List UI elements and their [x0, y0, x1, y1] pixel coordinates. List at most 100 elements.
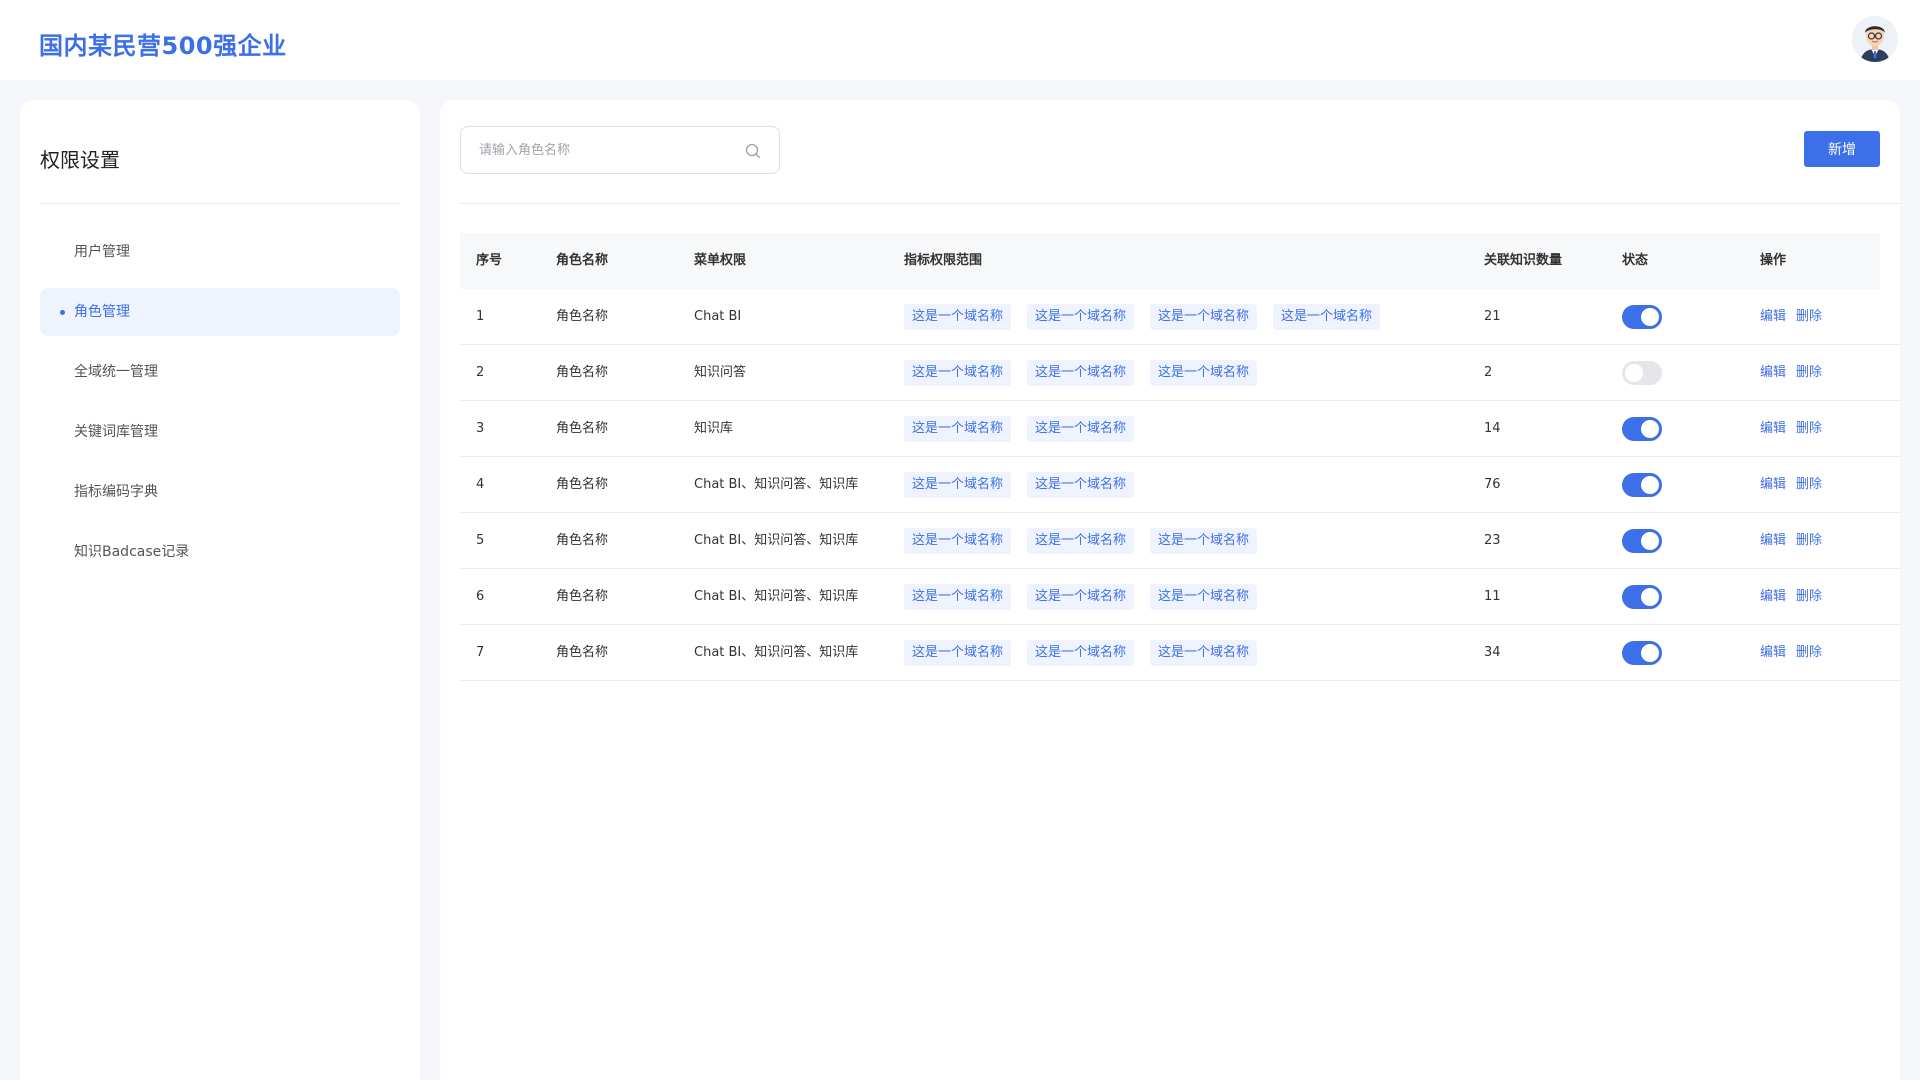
edit-link[interactable]: 编辑: [1760, 645, 1786, 660]
add-role-button[interactable]: 新增: [1804, 131, 1880, 167]
cell-role-name: 角色名称: [556, 309, 609, 324]
cell-actions: 编辑 删除: [1760, 625, 1832, 681]
scope-tag: 这是一个域名称: [1150, 360, 1258, 386]
scope-tag-list: 这是一个域名称 这是一个域名称 这是一个域名称: [904, 625, 1258, 681]
header-status: 状态: [1622, 253, 1649, 268]
edit-link[interactable]: 编辑: [1760, 477, 1786, 492]
scope-tag: 这是一个域名称: [1027, 360, 1135, 386]
cell-actions: 编辑 删除: [1760, 401, 1832, 457]
scope-tag: 这是一个域名称: [904, 584, 1012, 610]
table-row: 7 角色名称 Chat BI、知识问答、知识库 这是一个域名称 这是一个域名称 这是一个域…: [460, 625, 1900, 681]
cell-metric-scope: 这是一个域名称 这是一个域名称 这是一个域名称 这是一个域名称: [904, 289, 1381, 345]
roles-table: 序号 角色名称 菜单权限 指标权限范围 关联知识数量 状态 操作 1 角色名称 Ch…: [460, 233, 1900, 681]
status-toggle[interactable]: [1622, 473, 1662, 497]
cell-menu-permission: Chat BI: [694, 309, 742, 324]
status-toggle[interactable]: [1622, 305, 1662, 329]
scope-tag-list: 这是一个域名称 这是一个域名称: [904, 401, 1135, 457]
cell-metric-scope: 这是一个域名称 这是一个域名称 这是一个域名称: [904, 513, 1258, 569]
table-header: 序号 角色名称 菜单权限 指标权限范围 关联知识数量 状态 操作: [460, 233, 1880, 289]
table-row: 4 角色名称 Chat BI、知识问答、知识库 这是一个域名称 这是一个域名称 76 编辑删…: [460, 457, 1900, 513]
search-input[interactable]: [479, 127, 739, 173]
toggle-knob: [1641, 644, 1659, 662]
cell-menu-permission: Chat BI、知识问答、知识库: [694, 477, 859, 492]
cell-index: 1: [476, 309, 485, 324]
cell-actions: 编辑 删除: [1760, 569, 1832, 625]
cell-index: 6: [476, 589, 485, 604]
cell-knowledge-count: 2: [1484, 365, 1493, 380]
search-icon[interactable]: [744, 142, 762, 160]
avatar-illustration: [1852, 16, 1898, 62]
sidebar-item-metric-dictionary[interactable]: 指标编码字典: [40, 468, 400, 516]
header-index: 序号: [476, 253, 503, 268]
header-role-name: 角色名称: [556, 253, 609, 268]
edit-link[interactable]: 编辑: [1760, 589, 1786, 604]
sidebar-item-global-management[interactable]: 全域统一管理: [40, 348, 400, 396]
edit-link[interactable]: 编辑: [1760, 309, 1786, 324]
cell-role-name: 角色名称: [556, 421, 609, 436]
edit-link[interactable]: 编辑: [1760, 533, 1786, 548]
scope-tag: 这是一个域名称: [1027, 640, 1135, 666]
cell-role-name: 角色名称: [556, 589, 609, 604]
cell-role-name: 角色名称: [556, 533, 609, 548]
sidebar-item-keyword-library[interactable]: 关键词库管理: [40, 408, 400, 456]
cell-index: 7: [476, 645, 485, 660]
toggle-knob: [1641, 308, 1659, 326]
cell-index: 2: [476, 365, 485, 380]
delete-link[interactable]: 删除: [1796, 589, 1822, 604]
scope-tag: 这是一个域名称: [1027, 304, 1135, 330]
cell-menu-permission: 知识库: [694, 421, 734, 436]
cell-menu-permission: Chat BI、知识问答、知识库: [694, 589, 859, 604]
table-row: 3 角色名称 知识库 这是一个域名称 这是一个域名称 14 编辑 删除: [460, 401, 1900, 457]
sidebar-divider: [40, 203, 400, 204]
delete-link[interactable]: 删除: [1796, 533, 1822, 548]
toolbar-divider: [460, 203, 1900, 204]
edit-link[interactable]: 编辑: [1760, 421, 1786, 436]
sidebar-item-badcase-records[interactable]: 知识Badcase记录: [40, 528, 400, 576]
search-box: [460, 126, 780, 174]
status-toggle[interactable]: [1622, 529, 1662, 553]
header-actions: 操作: [1760, 253, 1787, 268]
header-knowledge-count: 关联知识数量: [1484, 253, 1563, 268]
cell-role-name: 角色名称: [556, 477, 609, 492]
sidebar: 权限设置 用户管理 角色管理 全域统一管理 关键词库管理 指标编码字典 知识Ba…: [20, 100, 420, 1080]
cell-role-name: 角色名称: [556, 645, 609, 660]
scope-tag: 这是一个域名称: [904, 528, 1012, 554]
table-row: 6 角色名称 Chat BI、知识问答、知识库 这是一个域名称 这是一个域名称 这是一个域…: [460, 569, 1900, 625]
delete-link[interactable]: 删除: [1796, 365, 1822, 380]
sidebar-item-role-management[interactable]: 角色管理: [40, 288, 400, 336]
company-name: 国内某民营500强企业: [39, 32, 287, 60]
delete-link[interactable]: 删除: [1796, 309, 1822, 324]
cell-knowledge-count: 14: [1484, 421, 1501, 436]
status-toggle[interactable]: [1622, 417, 1662, 441]
table-body: 1 角色名称 Chat BI 这是一个域名称 这是一个域名称 这是一个域名称 这是一个域名称…: [460, 289, 1900, 681]
scope-tag: 这是一个域名称: [1150, 584, 1258, 610]
edit-link[interactable]: 编辑: [1760, 365, 1786, 380]
sidebar-item-user-management[interactable]: 用户管理: [40, 228, 400, 276]
cell-index: 4: [476, 477, 485, 492]
cell-knowledge-count: 21: [1484, 309, 1501, 324]
status-toggle[interactable]: [1622, 585, 1662, 609]
status-toggle[interactable]: [1622, 641, 1662, 665]
cell-metric-scope: 这是一个域名称 这是一个域名称 这是一个域名称: [904, 345, 1258, 401]
delete-link[interactable]: 删除: [1796, 421, 1822, 436]
toggle-knob: [1625, 364, 1643, 382]
sidebar-menu: 用户管理 角色管理 全域统一管理 关键词库管理 指标编码字典 知识Badcase…: [40, 228, 400, 588]
scope-tag-list: 这是一个域名称 这是一个域名称 这是一个域名称 这是一个域名称: [904, 289, 1381, 345]
cell-knowledge-count: 76: [1484, 477, 1501, 492]
cell-actions: 编辑 删除: [1760, 513, 1832, 569]
cell-role-name: 角色名称: [556, 365, 609, 380]
scope-tag: 这是一个域名称: [1150, 640, 1258, 666]
scope-tag: 这是一个域名称: [1027, 416, 1135, 442]
delete-link[interactable]: 删除: [1796, 645, 1822, 660]
cell-knowledge-count: 23: [1484, 533, 1501, 548]
delete-link[interactable]: 删除: [1796, 477, 1822, 492]
scope-tag: 这是一个域名称: [904, 472, 1012, 498]
status-toggle[interactable]: [1622, 361, 1662, 385]
header-menu-permission: 菜单权限: [694, 253, 747, 268]
scope-tag: 这是一个域名称: [904, 640, 1012, 666]
cell-menu-permission: Chat BI、知识问答、知识库: [694, 533, 859, 548]
user-avatar-icon[interactable]: [1852, 16, 1898, 62]
cell-actions: 编辑 删除: [1760, 345, 1832, 401]
cell-index: 3: [476, 421, 485, 436]
table-row: 5 角色名称 Chat BI、知识问答、知识库 这是一个域名称 这是一个域名称 这是一个域…: [460, 513, 1900, 569]
